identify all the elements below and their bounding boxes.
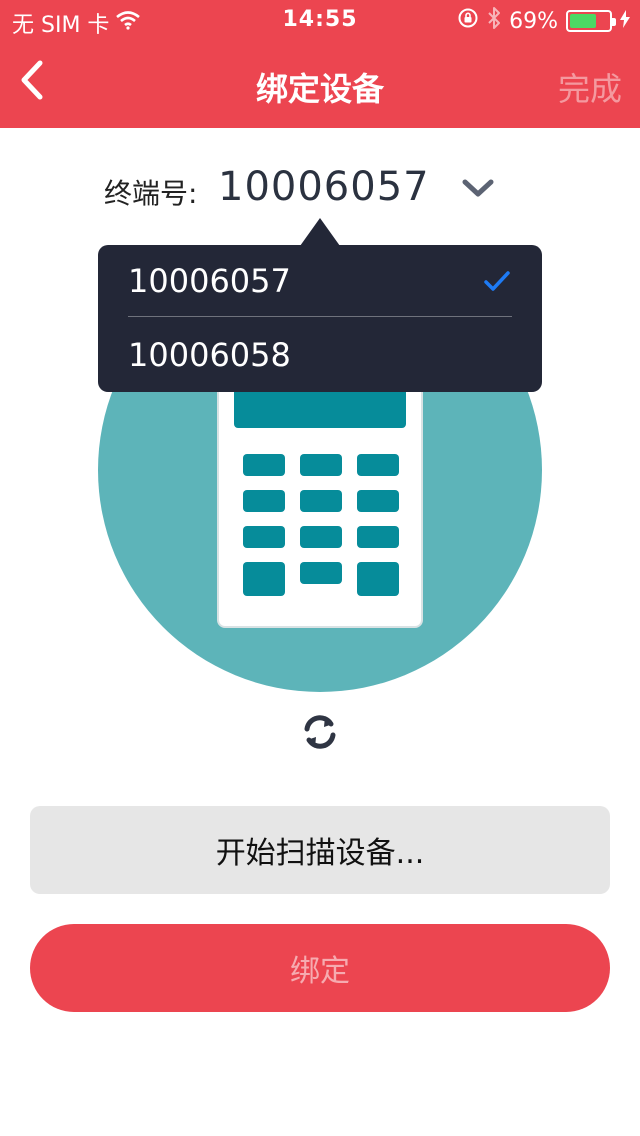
device-key (243, 526, 285, 548)
bind-device-screen: 无 SIM 卡 14:55 69% 绑定设备 完成 终端号: 10006057 … (0, 0, 640, 1136)
battery-icon (566, 10, 616, 32)
device-key (357, 454, 399, 476)
done-button[interactable]: 完成 (558, 64, 622, 110)
top-bar: 无 SIM 卡 14:55 69% 绑定设备 完成 (0, 0, 640, 128)
dropdown-option-label: 10006057 (128, 261, 291, 300)
terminal-label: 终端号: (104, 177, 198, 210)
device-key (300, 490, 342, 512)
terminal-selector[interactable]: 终端号: 10006057 (0, 160, 640, 220)
battery-percent: 69% (509, 8, 558, 34)
orientation-lock-icon (457, 7, 479, 35)
device-key (300, 562, 342, 584)
terminal-value[interactable]: 10006057 (218, 164, 430, 210)
bind-button[interactable]: 绑定 (30, 924, 610, 1012)
device-key (243, 454, 285, 476)
device-key (300, 454, 342, 476)
device-key (243, 562, 285, 596)
refresh-icon (300, 715, 340, 756)
dropdown-option-label: 10006058 (128, 336, 291, 374)
device-key (357, 562, 399, 596)
battery-fill (570, 14, 596, 28)
charging-icon (620, 9, 630, 34)
status-bar: 无 SIM 卡 14:55 69% (0, 0, 640, 40)
dropdown-option[interactable]: 10006058 (128, 319, 512, 391)
page-title: 绑定设备 (255, 70, 384, 108)
device-key (243, 490, 285, 512)
dropdown-toggle-button[interactable] (456, 168, 500, 212)
device-key (357, 490, 399, 512)
chevron-down-icon (462, 178, 494, 202)
bluetooth-icon (487, 6, 501, 36)
dropdown-arrow (300, 218, 340, 246)
checkmark-icon (482, 267, 512, 297)
status-right: 69% (457, 6, 630, 36)
start-scan-button[interactable]: 开始扫描设备... (30, 806, 610, 894)
refresh-button[interactable] (300, 712, 340, 752)
device-key (357, 526, 399, 548)
device-key (300, 526, 342, 548)
dropdown-option[interactable]: 10006057 (128, 245, 512, 317)
battery-nub (612, 18, 616, 26)
nav-bar: 绑定设备 完成 (0, 40, 640, 128)
terminal-dropdown: 10006057 10006058 (98, 245, 542, 392)
